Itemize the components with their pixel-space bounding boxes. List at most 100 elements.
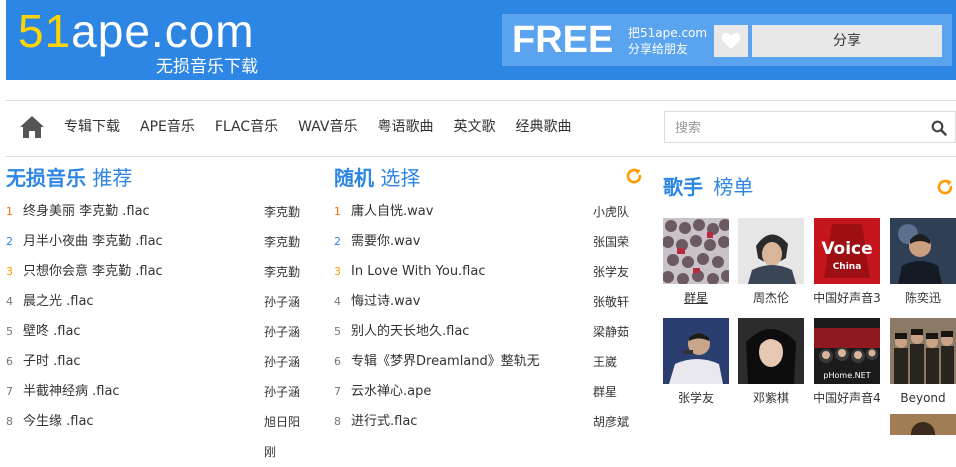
song-link[interactable]: 需要你.wav <box>351 227 420 257</box>
artist-link[interactable]: 李克勤 <box>264 227 300 257</box>
song-link[interactable]: 云水禅心.ape <box>351 377 431 407</box>
singer-card[interactable]: 邓紫棋 <box>738 318 804 406</box>
list-item: 8 今生缘 .flac 旭日阳刚 <box>6 407 306 459</box>
site-logo[interactable]: 51ape.com <box>18 4 255 58</box>
song-link[interactable]: 半截神经病 .flac <box>23 377 120 407</box>
singer-card[interactable]: Voice China 中国好声音3 <box>813 218 881 306</box>
singer-card[interactable]: Beyond <box>890 318 956 406</box>
list-item: 1 庸人自恍.wav 小虎队 <box>334 197 634 227</box>
singers-title-sub: 榜单 <box>713 175 754 199</box>
random-list: 1 庸人自恍.wav 小虎队 2 需要你.wav 张国荣 3 In Love With Y… <box>334 197 634 437</box>
list-item: 5 别人的天长地久.flac 梁静茹 <box>334 317 634 347</box>
logo-number: 51 <box>18 5 72 57</box>
singer-photo[interactable]: pHome.NET <box>814 318 880 384</box>
singer-photo[interactable] <box>738 218 804 284</box>
artist-link[interactable]: 孙子涵 <box>264 377 300 407</box>
random-title-sub: 选择 <box>380 166 421 190</box>
refresh-icon[interactable] <box>936 178 954 196</box>
artist-link[interactable]: 张敬轩 <box>593 287 629 317</box>
song-link[interactable]: 终身美丽 李克勤 .flac <box>23 197 150 227</box>
singer-photo[interactable] <box>738 318 804 384</box>
random-title-main: 随机 <box>334 166 374 190</box>
singer-name[interactable]: 张学友 <box>656 390 736 406</box>
song-link[interactable]: 壁咚 .flac <box>23 317 81 347</box>
singer-card[interactable]: 张学友 <box>663 318 729 406</box>
nav-item-wav[interactable]: WAV音乐 <box>298 101 357 156</box>
song-link[interactable]: 今生缘 .flac <box>23 407 94 437</box>
list-item: 7 云水禅心.ape 群星 <box>334 377 634 407</box>
list-item: 3 只想你会意 李克勤 .flac 李克勤 <box>6 257 306 287</box>
singer-name[interactable]: 中国好声音3 <box>807 290 887 306</box>
list-item: 7 半截神经病 .flac 孙子涵 <box>6 377 306 407</box>
list-item: 1 终身美丽 李克勤 .flac 李克勤 <box>6 197 306 227</box>
artist-link[interactable]: 梁静茹 <box>593 317 629 347</box>
nav-menu: 专辑下载 APE音乐 FLAC音乐 WAV音乐 粤语歌曲 英文歌 经典歌曲 <box>64 101 592 156</box>
singer-photo[interactable] <box>890 318 956 384</box>
artist-link[interactable]: 群星 <box>593 377 617 407</box>
home-icon[interactable] <box>18 113 46 141</box>
nav-item-english[interactable]: 英文歌 <box>454 101 496 156</box>
song-link[interactable]: 月半小夜曲 李克勤 .flac <box>23 227 163 257</box>
singer-name[interactable]: Beyond <box>883 390 956 406</box>
singer-photo[interactable] <box>890 218 956 284</box>
singer-photo[interactable] <box>663 318 729 384</box>
artist-link[interactable]: 张学友 <box>593 257 629 287</box>
song-link[interactable]: 进行式.flac <box>351 407 417 437</box>
artist-link[interactable]: 李克勤 <box>264 197 300 227</box>
refresh-icon[interactable] <box>625 167 643 185</box>
artist-link[interactable]: 旭日阳刚 <box>264 407 306 467</box>
song-link[interactable]: 晨之光 .flac <box>23 287 94 317</box>
song-link[interactable]: In Love With You.flac <box>351 257 486 287</box>
artist-link[interactable]: 张国荣 <box>593 227 629 257</box>
list-item: 4 悔过诗.wav 张敬轩 <box>334 287 634 317</box>
artist-link[interactable]: 小虎队 <box>593 197 629 227</box>
singer-name[interactable]: 邓紫棋 <box>731 390 811 406</box>
main-nav: 专辑下载 APE音乐 FLAC音乐 WAV音乐 粤语歌曲 英文歌 经典歌曲 <box>6 100 956 157</box>
share-tip: 把51ape.com 分享给朋友 <box>628 25 707 57</box>
search-box <box>664 111 956 143</box>
share-button[interactable]: 分享 <box>752 25 942 57</box>
song-link[interactable]: 只想你会意 李克勤 .flac <box>23 257 163 287</box>
random-title: 随机 选择 <box>334 164 420 192</box>
singer-card[interactable]: pHome.NET 中国好声音4 <box>813 318 881 406</box>
singer-photo[interactable] <box>663 218 729 284</box>
singer-photo[interactable] <box>890 414 956 435</box>
singer-card[interactable]: 陈奕迅 <box>890 218 956 306</box>
nav-item-flac[interactable]: FLAC音乐 <box>215 101 278 156</box>
like-button[interactable] <box>714 25 748 57</box>
artist-link[interactable]: 孙子涵 <box>264 317 300 347</box>
artist-link[interactable]: 孙子涵 <box>264 347 300 377</box>
search-icon[interactable] <box>931 120 947 136</box>
logo-text: ape.com <box>71 5 255 57</box>
singer-name[interactable]: 群星 <box>656 290 736 306</box>
share-tip-line1: 把51ape.com <box>628 26 708 40</box>
recommend-title: 无损音乐 推荐 <box>6 164 132 192</box>
song-link[interactable]: 专辑《梦界Dreamland》整轨无 <box>351 347 577 377</box>
singer-name[interactable]: 陈奕迅 <box>883 290 956 306</box>
site-header: 51ape.com 无损音乐下载 FREE 把51ape.com 分享给朋友 分… <box>6 0 956 80</box>
nav-item-ape[interactable]: APE音乐 <box>140 101 195 156</box>
singer-photo[interactable]: Voice China <box>814 218 880 284</box>
svg-text:pHome.NET: pHome.NET <box>823 371 870 380</box>
nav-item-album[interactable]: 专辑下载 <box>64 101 120 156</box>
artist-link[interactable]: 孙子涵 <box>264 287 300 317</box>
singers-title: 歌手 榜单 <box>663 173 753 201</box>
song-link[interactable]: 悔过诗.wav <box>351 287 420 317</box>
artist-link[interactable]: 胡彦斌 <box>593 407 629 437</box>
song-link[interactable]: 别人的天长地久.flac <box>351 317 469 347</box>
list-item: 6 专辑《梦界Dreamland》整轨无 王崴 <box>334 347 634 377</box>
singer-card[interactable] <box>890 414 956 435</box>
singer-name[interactable]: 周杰伦 <box>731 290 811 306</box>
nav-item-classic[interactable]: 经典歌曲 <box>516 101 572 156</box>
artist-link[interactable]: 王崴 <box>593 347 617 377</box>
search-input[interactable] <box>673 116 927 140</box>
svg-text:Voice: Voice <box>821 239 872 259</box>
song-link[interactable]: 子时 .flac <box>23 347 81 377</box>
artist-link[interactable]: 李克勤 <box>264 257 300 287</box>
nav-item-cantonese[interactable]: 粤语歌曲 <box>378 101 434 156</box>
share-panel: FREE 把51ape.com 分享给朋友 分享 <box>502 14 952 66</box>
song-link[interactable]: 庸人自恍.wav <box>351 197 433 227</box>
singer-name[interactable]: 中国好声音4 <box>807 390 887 406</box>
singer-card[interactable]: 周杰伦 <box>738 218 804 306</box>
singer-card[interactable]: 群星 <box>663 218 729 306</box>
